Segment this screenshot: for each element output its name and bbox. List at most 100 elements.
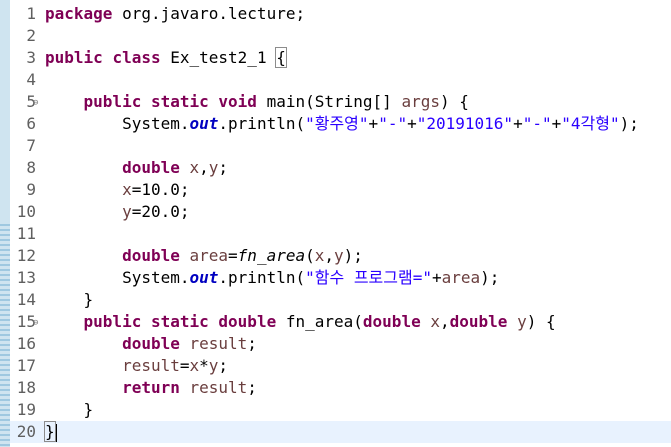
code-token: x bbox=[189, 356, 200, 375]
code-line[interactable]: 15 ⊖ public static double fn_area(double … bbox=[10, 311, 671, 333]
code-token: ; bbox=[218, 356, 229, 375]
line-number: 3 bbox=[26, 48, 36, 67]
code-token: double bbox=[122, 246, 180, 265]
code-line[interactable]: 10 y=20.0; bbox=[10, 201, 671, 223]
code-token: + bbox=[407, 114, 417, 133]
code-token: public bbox=[45, 48, 103, 67]
code-token: "-" bbox=[522, 114, 552, 133]
code-token: ) { bbox=[439, 92, 469, 111]
code-text: result=x*y; bbox=[45, 355, 228, 377]
code-token: =20.0; bbox=[131, 202, 190, 221]
fold-collapse-icon[interactable]: ⊖ bbox=[33, 92, 38, 114]
code-token: Ex_test2_1 bbox=[160, 48, 277, 67]
code-editor[interactable]: 1 package org.javaro.lecture; 2 3 public cla… bbox=[10, 3, 671, 443]
code-token: "황주영" bbox=[305, 114, 369, 133]
code-line[interactable]: 12 double area=fn_area(x,y); bbox=[10, 245, 671, 267]
line-number: 4 bbox=[26, 70, 36, 89]
line-number: 9 bbox=[26, 180, 36, 199]
code-token: .println( bbox=[218, 114, 306, 133]
code-line[interactable]: 18 return result; bbox=[10, 377, 671, 399]
code-line[interactable]: 5 ⊖ public static void main(String[] args… bbox=[10, 91, 671, 113]
code-text: x=10.0; bbox=[45, 179, 190, 201]
code-token: result bbox=[189, 378, 248, 397]
code-token: + bbox=[513, 114, 523, 133]
code-line[interactable]: 20} bbox=[10, 421, 671, 443]
line-number: 14 bbox=[16, 290, 36, 309]
code-line[interactable]: 16 double result; bbox=[10, 333, 671, 355]
code-token: .println( bbox=[218, 268, 306, 287]
code-token: void bbox=[218, 92, 257, 111]
code-line[interactable]: 2 bbox=[10, 25, 671, 47]
code-text: public static double fn_area(double x,do… bbox=[45, 311, 556, 333]
code-line[interactable]: 13 System.out.println("함수 프로그램="+area); bbox=[10, 267, 671, 289]
code-line[interactable]: 14 } bbox=[10, 289, 671, 311]
code-token: } bbox=[45, 290, 94, 309]
code-line[interactable]: 17 result=x*y; bbox=[10, 355, 671, 377]
code-token: * bbox=[199, 356, 209, 375]
line-number: 11 bbox=[16, 224, 36, 243]
code-line[interactable]: 7 bbox=[10, 135, 671, 157]
code-line[interactable]: 11 bbox=[10, 223, 671, 245]
code-token: area bbox=[441, 268, 481, 287]
code-token: x bbox=[189, 158, 200, 177]
code-token: return bbox=[122, 378, 180, 397]
code-token: args bbox=[401, 92, 440, 111]
code-token: , bbox=[199, 158, 209, 177]
code-token: main(String[] bbox=[256, 92, 402, 111]
code-token: "4각형" bbox=[561, 114, 620, 133]
fold-collapse-icon[interactable]: ⊖ bbox=[33, 312, 38, 334]
code-line[interactable]: 19 } bbox=[10, 399, 671, 421]
code-text: double result; bbox=[45, 333, 257, 355]
code-token: x bbox=[122, 180, 132, 199]
code-token: ; bbox=[247, 378, 257, 397]
code-token: double bbox=[122, 334, 180, 353]
code-token: } bbox=[44, 421, 56, 442]
line-number: 7 bbox=[26, 136, 36, 155]
code-token: + bbox=[551, 114, 562, 133]
code-token: y bbox=[517, 312, 527, 331]
code-line[interactable]: 1 package org.javaro.lecture; bbox=[10, 3, 671, 25]
code-token: =10.0; bbox=[131, 180, 190, 199]
code-token: static bbox=[150, 312, 209, 331]
code-line[interactable]: 9 x=10.0; bbox=[10, 179, 671, 201]
code-token: double bbox=[362, 312, 421, 331]
code-token: x bbox=[430, 312, 440, 331]
code-text: package org.javaro.lecture; bbox=[45, 3, 305, 25]
code-token: y bbox=[334, 246, 344, 265]
code-text: double area=fn_area(x,y); bbox=[45, 245, 363, 267]
code-token: "20191016" bbox=[416, 114, 514, 133]
code-token: System. bbox=[45, 268, 190, 287]
line-number: 1 bbox=[26, 4, 36, 23]
code-token: out bbox=[189, 268, 219, 287]
code-token: out bbox=[189, 114, 219, 133]
code-line[interactable]: 8 double x,y; bbox=[10, 157, 671, 179]
code-token: + bbox=[431, 268, 442, 287]
line-number: 16 bbox=[16, 334, 36, 353]
code-token: "-" bbox=[378, 114, 408, 133]
code-token: org.javaro.lecture; bbox=[112, 4, 306, 23]
code-token: package bbox=[45, 4, 113, 23]
code-token: result bbox=[122, 356, 180, 375]
code-token: y bbox=[208, 356, 219, 375]
code-token: result bbox=[189, 334, 248, 353]
code-line[interactable]: 6 System.out.println("황주영"+"-"+"20191016… bbox=[10, 113, 671, 135]
line-number: 13 bbox=[16, 268, 36, 287]
line-number: 2 bbox=[26, 26, 36, 45]
code-text: } bbox=[45, 399, 94, 421]
code-line[interactable]: 4 bbox=[10, 69, 671, 91]
code-text: public class Ex_test2_1 { bbox=[45, 47, 287, 69]
code-line[interactable]: 3 public class Ex_test2_1 { bbox=[10, 47, 671, 69]
